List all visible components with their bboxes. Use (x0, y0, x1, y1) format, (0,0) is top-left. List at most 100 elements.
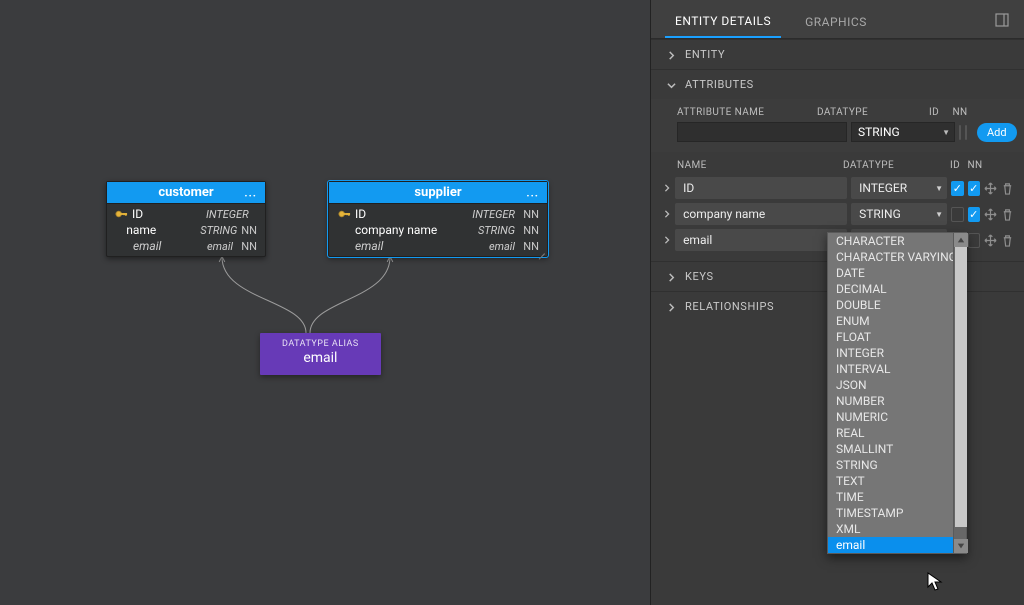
entity-row[interactable]: name STRING NN (107, 222, 265, 238)
attribute-row: STRING▼ (663, 203, 1014, 225)
section-entity[interactable]: ENTITY (651, 40, 1024, 69)
entity-row[interactable]: email email NN (329, 238, 547, 254)
attr-name: name (126, 223, 196, 237)
dropdown-option[interactable]: ENUM (828, 313, 953, 329)
datatype-alias-box[interactable]: DATATYPE ALIAS email (260, 333, 381, 375)
expand-icon[interactable] (663, 210, 671, 218)
attr-name-input[interactable] (675, 203, 847, 225)
chevron-down-icon (667, 80, 677, 90)
attribute-datatype-select[interactable]: STRING ▼ (851, 122, 955, 142)
dropdown-option[interactable]: REAL (828, 425, 953, 441)
attr-name-input[interactable] (675, 229, 847, 251)
entity-row[interactable]: email email NN (107, 238, 265, 254)
chevron-right-icon (667, 272, 677, 282)
dropdown-option[interactable]: STRING (828, 457, 953, 473)
id-checkbox[interactable] (951, 207, 963, 222)
nn-checkbox[interactable] (965, 125, 967, 140)
chevron-down-icon: ▼ (942, 128, 950, 137)
dropdown-option[interactable]: TIME (828, 489, 953, 505)
attr-nn: NN (519, 240, 539, 253)
move-icon[interactable] (984, 181, 997, 196)
nn-checkbox[interactable] (968, 233, 980, 248)
dropdown-option[interactable]: INTERVAL (828, 361, 953, 377)
section-label: ATTRIBUTES (685, 78, 754, 91)
attr-type: email (469, 240, 515, 253)
attr-datatype-select[interactable]: INTEGER▼ (851, 177, 947, 199)
col-label-nn: NN (965, 160, 985, 171)
entity-header[interactable]: supplier ... (329, 182, 547, 204)
diagram-canvas[interactable]: customer ... ID INTEGER name STRING NN (0, 0, 650, 605)
alias-tag: DATATYPE ALIAS (282, 339, 359, 349)
dropdown-option[interactable]: SMALLINT (828, 441, 953, 457)
expand-icon[interactable] (663, 236, 671, 244)
section-label: RELATIONSHIPS (685, 300, 774, 313)
entity-row[interactable]: ID INTEGER NN (329, 206, 547, 222)
dropdown-option[interactable]: NUMERIC (828, 409, 953, 425)
tab-graphics[interactable]: GRAPHICS (795, 9, 877, 37)
dropdown-option[interactable]: XML (828, 521, 953, 537)
dropdown-option[interactable]: NUMBER (828, 393, 953, 409)
attr-name: email (133, 239, 203, 253)
entity-header[interactable]: customer ... (107, 182, 265, 204)
attr-name-input[interactable] (675, 177, 847, 199)
dropdown-option[interactable]: DECIMAL (828, 281, 953, 297)
attr-nn: NN (519, 208, 539, 221)
pk-icon (337, 209, 351, 219)
panel-layout-icon[interactable] (994, 12, 1010, 28)
scroll-down-button[interactable] (954, 539, 968, 553)
entity-supplier[interactable]: supplier ... ID INTEGER NN company name … (328, 181, 548, 257)
col-label-datatype: DATATYPE (843, 160, 945, 171)
add-button[interactable]: Add (977, 123, 1017, 142)
nn-checkbox[interactable] (968, 207, 980, 222)
col-label-datatype: DATATYPE (817, 107, 921, 118)
id-checkbox[interactable] (951, 181, 963, 196)
entity-row[interactable]: ID INTEGER (107, 206, 265, 222)
scroll-up-button[interactable] (954, 233, 968, 247)
dropdown-option[interactable]: FLOAT (828, 329, 953, 345)
dropdown-option[interactable]: CHARACTER (828, 233, 953, 249)
section-attributes[interactable]: ATTRIBUTES (651, 70, 1024, 99)
dropdown-option[interactable]: TIMESTAMP (828, 505, 953, 521)
dropdown-option[interactable]: TEXT (828, 473, 953, 489)
dropdown-option[interactable]: DATE (828, 265, 953, 281)
entity-more-icon[interactable]: ... (244, 186, 257, 199)
dropdown-option[interactable]: DOUBLE (828, 297, 953, 313)
delete-icon[interactable] (1001, 181, 1014, 196)
nn-checkbox[interactable] (968, 181, 980, 196)
dropdown-option[interactable]: INTEGER (828, 345, 953, 361)
alias-value: email (282, 350, 359, 366)
section-label: KEYS (685, 270, 714, 283)
entity-row[interactable]: company name STRING NN (329, 222, 547, 238)
entity-more-icon[interactable]: ... (526, 186, 539, 199)
move-icon[interactable] (984, 207, 997, 222)
attr-name: company name (355, 223, 465, 237)
scroll-thumb[interactable] (955, 247, 967, 527)
col-label-nn: NN (947, 107, 973, 118)
move-icon[interactable] (984, 233, 997, 248)
chevron-down-icon: ▼ (935, 184, 943, 193)
entity-customer[interactable]: customer ... ID INTEGER name STRING NN (106, 181, 266, 257)
col-label-name: ATTRIBUTE NAME (677, 107, 817, 118)
col-label-id: ID (945, 160, 965, 171)
dropdown-option[interactable]: CHARACTER VARYING (828, 249, 953, 265)
dropdown-scrollbar[interactable] (953, 233, 966, 553)
col-label-name: NAME (677, 160, 843, 171)
attribute-name-input[interactable] (677, 122, 847, 142)
datatype-dropdown[interactable]: CHARACTERCHARACTER VARYINGDATEDECIMALDOU… (827, 232, 967, 554)
resize-handle[interactable] (537, 246, 545, 254)
pk-icon (115, 209, 128, 219)
details-panel: ENTITY DETAILS GRAPHICS ENTITY ATTRIBUTE… (650, 0, 1024, 605)
tab-entity-details[interactable]: ENTITY DETAILS (665, 8, 781, 38)
attr-datatype-select[interactable]: STRING▼ (851, 203, 947, 225)
attr-name: email (355, 239, 465, 253)
delete-icon[interactable] (1001, 233, 1014, 248)
chevron-down-icon: ▼ (935, 210, 943, 219)
attr-name: ID (132, 207, 202, 221)
expand-icon[interactable] (663, 184, 671, 192)
attr-type: email (207, 240, 233, 253)
dropdown-option[interactable]: email (828, 537, 953, 553)
delete-icon[interactable] (1001, 207, 1014, 222)
id-checkbox[interactable] (959, 125, 961, 140)
chevron-right-icon (667, 302, 677, 312)
dropdown-option[interactable]: JSON (828, 377, 953, 393)
